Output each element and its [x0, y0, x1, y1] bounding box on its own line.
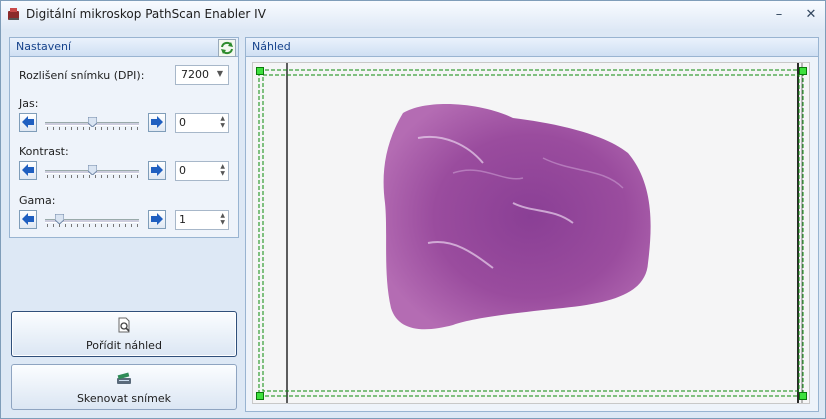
close-button[interactable]: ✕	[800, 5, 822, 25]
brightness-slider-ticks	[47, 127, 139, 130]
contrast-label: Kontrast:	[19, 145, 69, 158]
scan-image-button[interactable]: Skenovat snímek	[11, 364, 237, 410]
arrow-right-icon	[151, 164, 163, 176]
contrast-value: 0	[179, 164, 186, 177]
scanner-icon	[117, 372, 131, 384]
arrow-left-icon	[22, 164, 34, 176]
arrow-right-icon	[151, 213, 163, 225]
scan-image-label: Skenovat snímek	[76, 392, 172, 405]
magnifier-document-icon	[118, 317, 130, 333]
gamma-decrease-button[interactable]	[19, 210, 37, 229]
gamma-value: 1	[179, 213, 186, 226]
selection-handle-top-left[interactable]	[256, 67, 264, 75]
selection-handle-top-right[interactable]	[799, 67, 807, 75]
preview-canvas[interactable]	[252, 62, 810, 404]
brightness-increase-button[interactable]	[148, 113, 166, 132]
brightness-slider-thumb[interactable]	[88, 117, 97, 127]
contrast-increase-button[interactable]	[148, 161, 166, 180]
take-preview-button[interactable]: Pořídit náhled	[11, 311, 237, 357]
gamma-spinbox[interactable]: 1 ▲ ▼	[175, 210, 229, 230]
take-preview-label: Pořídit náhled	[86, 339, 162, 352]
resolution-select[interactable]: 7200 ▼	[175, 65, 229, 85]
gamma-slider-thumb[interactable]	[55, 214, 65, 224]
settings-panel: Nastavení Rozlišení snímku (DPI): 7200 ▼…	[9, 37, 239, 238]
arrow-right-icon	[151, 116, 163, 128]
selection-handle-bottom-left[interactable]	[256, 392, 264, 400]
preview-image	[253, 63, 809, 403]
contrast-slider-thumb[interactable]	[88, 165, 97, 175]
selection-handle-bottom-right[interactable]	[799, 392, 807, 400]
title-bar[interactable]: Digitální mikroskop PathScan Enabler IV …	[1, 1, 825, 29]
refresh-button[interactable]	[218, 39, 236, 57]
settings-header: Nastavení	[10, 38, 238, 57]
gamma-increase-button[interactable]	[148, 210, 166, 229]
contrast-spinbox[interactable]: 0 ▲ ▼	[175, 161, 229, 181]
dropdown-arrow-icon: ▼	[216, 69, 223, 78]
minimize-button[interactable]: –	[768, 5, 790, 25]
brightness-spinbox[interactable]: 0 ▲ ▼	[175, 113, 229, 133]
spin-down-icon[interactable]: ▼	[220, 171, 225, 177]
resolution-label: Rozlišení snímku (DPI):	[19, 69, 145, 82]
window-title: Digitální mikroskop PathScan Enabler IV	[26, 7, 266, 21]
spin-down-icon[interactable]: ▼	[220, 220, 225, 226]
brightness-decrease-button[interactable]	[19, 113, 37, 132]
main-window: Digitální mikroskop PathScan Enabler IV …	[0, 0, 826, 419]
preview-panel: Náhled	[245, 37, 819, 412]
brightness-value: 0	[179, 116, 186, 129]
resolution-value: 7200	[181, 68, 209, 81]
microscope-app-icon	[8, 8, 19, 20]
contrast-decrease-button[interactable]	[19, 161, 37, 180]
preview-header: Náhled	[246, 38, 818, 57]
arrow-left-icon	[22, 213, 34, 225]
gamma-slider-ticks	[47, 224, 139, 227]
refresh-icon	[221, 41, 233, 55]
arrow-left-icon	[22, 116, 34, 128]
brightness-label: Jas:	[19, 97, 39, 110]
contrast-slider-ticks	[47, 175, 139, 178]
spin-down-icon[interactable]: ▼	[220, 123, 225, 129]
gamma-label: Gama:	[19, 194, 56, 207]
